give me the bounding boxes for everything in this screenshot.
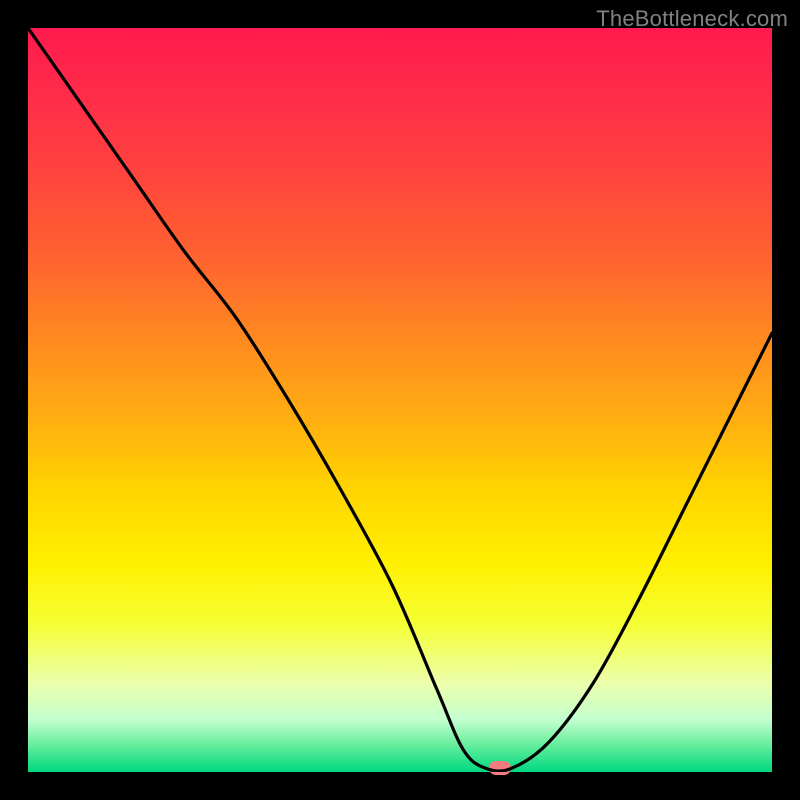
chart-frame: TheBottleneck.com <box>0 0 800 800</box>
watermark-text: TheBottleneck.com <box>596 6 788 32</box>
plot-area <box>28 28 772 772</box>
bottleneck-curve <box>28 28 772 772</box>
